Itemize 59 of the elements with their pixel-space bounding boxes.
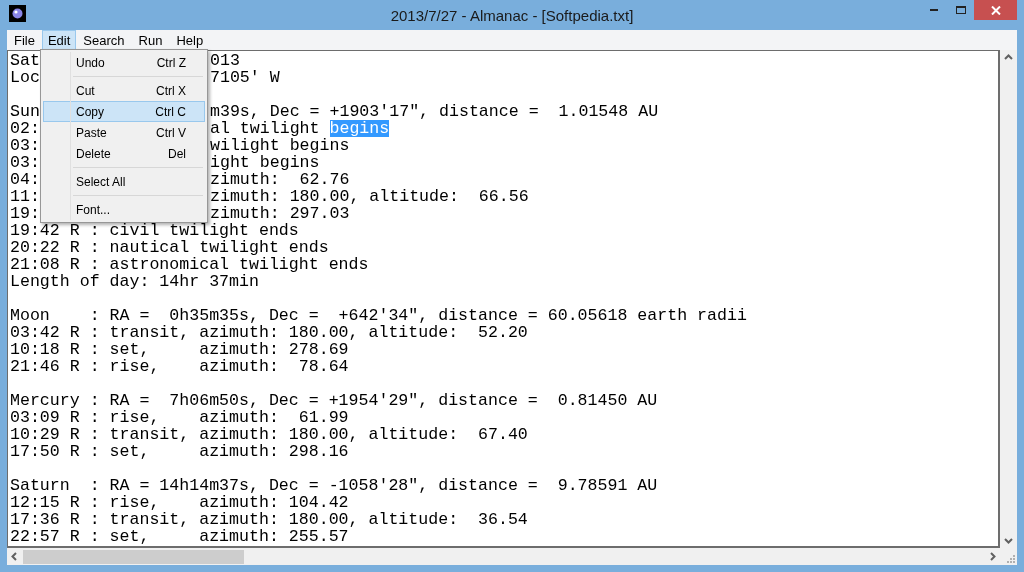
menu-item[interactable]: Delete Del	[43, 143, 205, 164]
text-line: zimuth: 62.76	[210, 171, 350, 188]
text-line: Loc	[10, 68, 40, 87]
text-line: m39s, Dec = +1903'17", distance = 1.01548 AU	[210, 103, 659, 120]
menu-item[interactable]: Help	[169, 30, 211, 50]
text-line: wilight begins	[210, 137, 350, 154]
text-line: 013	[210, 52, 240, 69]
menu-item[interactable]: Search	[76, 30, 132, 50]
text-line: Saturn : RA = 14h14m37s, Dec = -1058'28", distance = 9.78591 AU	[10, 477, 658, 494]
menu-item[interactable]: Run	[131, 30, 170, 50]
app-icon	[9, 5, 26, 22]
menu-item[interactable]: Select All	[43, 171, 205, 192]
text-line: zimuth: 297.03	[210, 205, 350, 222]
resize-grip-icon[interactable]	[1007, 555, 1015, 563]
text-line: 10:18 R : set, azimuth: 278.69	[10, 341, 349, 358]
text-line: Length of day: 14hr 37min	[10, 273, 259, 290]
text-line: 7105' W	[210, 69, 280, 86]
menu-item[interactable]: File	[7, 30, 42, 50]
menu-item[interactable]: Copy Ctrl C	[43, 101, 205, 122]
text-line: Sun	[10, 102, 40, 121]
text-line: 20:22 R : nautical twilight ends	[10, 239, 329, 256]
text-line: 22:57 R : set, azimuth: 255.57	[10, 528, 349, 545]
text-line: 11:	[10, 187, 40, 206]
selected-text: begins	[329, 120, 390, 137]
text-line: Sat	[10, 51, 40, 70]
close-icon	[990, 5, 1001, 15]
scroll-right-icon[interactable]	[990, 552, 996, 561]
menu-item[interactable]: Cut Ctrl X	[43, 80, 205, 101]
window-title: 2013/7/27 - Almanac - [Softpedia.txt]	[390, 5, 634, 26]
menu-item[interactable]: Paste Ctrl V	[43, 122, 205, 143]
menu-item[interactable]: Undo Ctrl Z	[43, 52, 205, 73]
text-line: 21:46 R : rise, azimuth: 78.64	[10, 358, 349, 375]
text-line: Mercury : RA = 7h06m50s, Dec = +1954'29", distance = 0.81450 AU	[10, 392, 658, 409]
text-line: Moon : RA = 0h35m35s, Dec = +642'34", distance = 60.05618 earth radii	[10, 307, 747, 324]
scroll-left-icon[interactable]	[11, 552, 17, 561]
text-line: 21:08 R : astronomical twilight ends	[10, 256, 369, 273]
text-line: 17:50 R : set, azimuth: 298.16	[10, 443, 349, 460]
menu-item[interactable]: Font...	[43, 199, 205, 220]
text-line: 19:42 R : civil twilight ends	[10, 222, 299, 239]
text-line: zimuth: 180.00, altitude: 66.56	[210, 188, 529, 205]
text-line: 03:42 R : transit, azimuth: 180.00, altitude: 52.20	[10, 324, 528, 341]
scroll-thumb[interactable]	[23, 549, 244, 564]
text-line: 17:36 R : transit, azimuth: 180.00, altitude: 36.54	[10, 511, 528, 528]
text-line: ight begins	[210, 154, 320, 171]
text-line: 19:	[10, 204, 40, 223]
text-line: 03:09 R : rise, azimuth: 61.99	[10, 409, 349, 426]
text-line: 02:	[10, 119, 40, 138]
vertical-scrollbar[interactable]	[1000, 50, 1017, 548]
text-line: 10:29 R : transit, azimuth: 180.00, altitude: 67.40	[10, 426, 528, 443]
scroll-up-icon[interactable]	[1004, 54, 1013, 60]
close-button[interactable]	[974, 0, 1017, 20]
text-line: 12:15 R : rise, azimuth: 104.42	[10, 494, 349, 511]
scroll-down-icon[interactable]	[1004, 538, 1013, 544]
text-line: al twilight	[210, 120, 321, 137]
menu-item[interactable]: Edit	[41, 30, 77, 50]
horizontal-scrollbar[interactable]	[7, 548, 1000, 565]
text-line: 03:	[10, 136, 40, 155]
text-line: 03:	[10, 153, 40, 172]
text-line: 04:	[10, 170, 40, 189]
